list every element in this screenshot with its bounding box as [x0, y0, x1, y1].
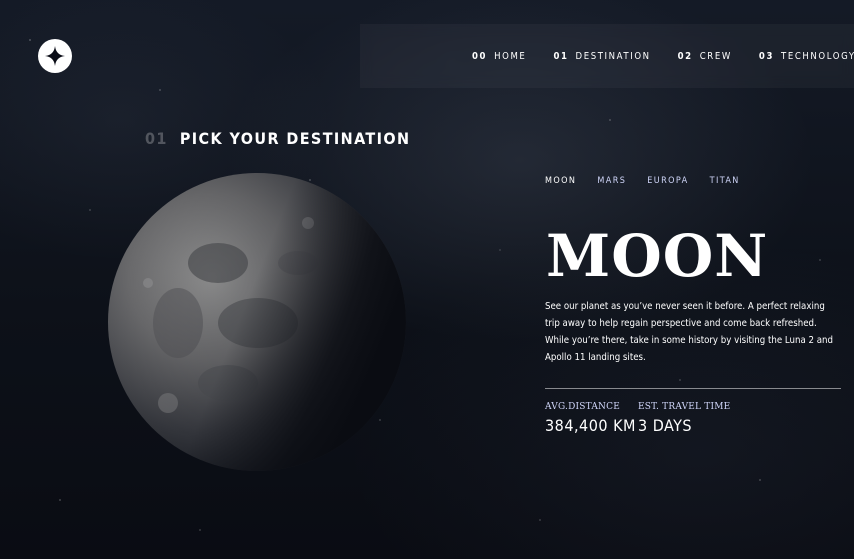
star-icon: [45, 46, 65, 66]
nav-item-label: DESTINATION: [575, 50, 651, 62]
destination-tabs: MOON MARS EUROPA TITAN: [545, 176, 740, 192]
tab-mars[interactable]: MARS: [597, 176, 626, 192]
travel-time-label: EST. TRAVEL TIME: [638, 402, 731, 412]
destination-description: See our planet as you’ve never seen it b…: [545, 301, 833, 363]
distance-stat: AVG.DISTANCE 384,400 KM: [545, 402, 636, 435]
destination-name: MOON: [546, 222, 769, 290]
nav-item-number: 00: [472, 50, 488, 62]
page-title: 01 PICK YOUR DESTINATION: [145, 129, 410, 148]
nav-item-home[interactable]: 00 HOME: [472, 24, 526, 88]
moon-image: [108, 173, 406, 471]
nav-item-destination[interactable]: 01 DESTINATION: [553, 24, 650, 88]
page-title-number: 01: [145, 129, 168, 148]
nav-item-number: 01: [553, 50, 569, 62]
nav-item-number: 02: [677, 50, 693, 62]
distance-value: 384,400 KM: [545, 416, 636, 435]
travel-time-value: 3 DAYS: [638, 416, 693, 435]
distance-label: AVG.DISTANCE: [545, 402, 620, 412]
nav-item-technology[interactable]: 03 TECHNOLOGY: [759, 24, 854, 88]
nav-item-label: CREW: [699, 50, 732, 62]
tab-europa[interactable]: EUROPA: [647, 176, 688, 192]
divider: [545, 388, 841, 389]
logo[interactable]: [38, 39, 72, 73]
page-title-label: PICK YOUR DESTINATION: [179, 129, 411, 148]
tab-titan[interactable]: TITAN: [710, 176, 740, 192]
nav-item-crew[interactable]: 02 CREW: [678, 24, 732, 88]
travel-time-stat: EST. TRAVEL TIME 3 DAYS: [638, 402, 730, 435]
main-nav: 00 HOME 01 DESTINATION 02 CREW 03 TECHNO…: [360, 24, 854, 88]
tab-moon[interactable]: MOON: [545, 176, 576, 192]
nav-item-number: 03: [758, 50, 774, 62]
nav-item-label: TECHNOLOGY: [781, 50, 854, 62]
nav-item-label: HOME: [494, 50, 527, 62]
